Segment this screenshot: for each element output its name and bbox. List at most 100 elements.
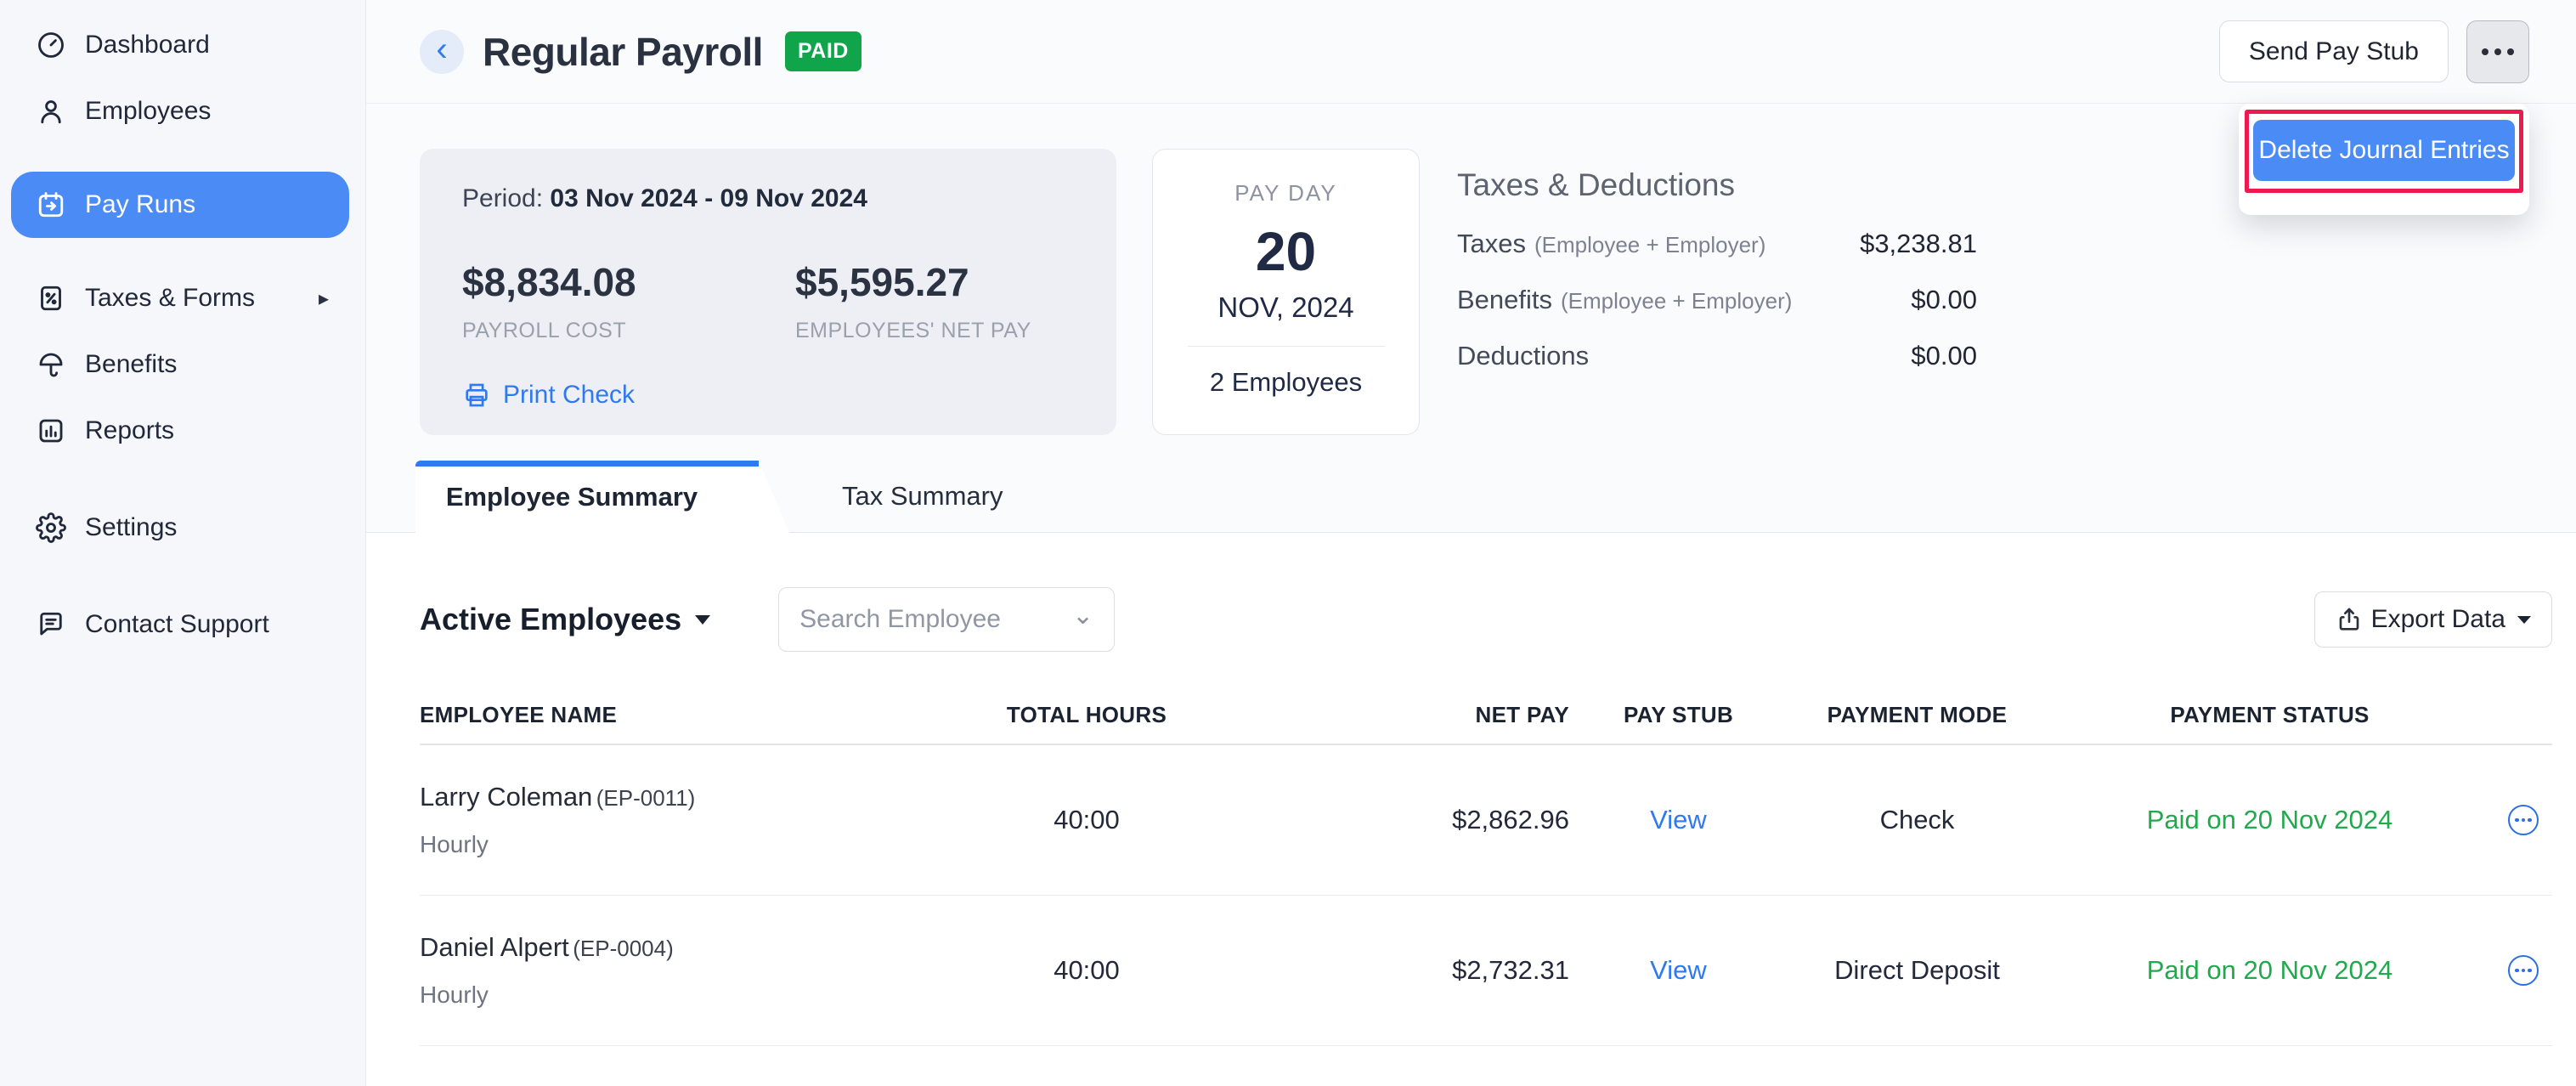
pay-stub-view-link[interactable]: View — [1569, 805, 1788, 835]
tax-row-label: Deductions — [1457, 341, 1589, 371]
back-chevron-icon: ‹ — [436, 32, 447, 66]
ellipsis-icon — [2494, 48, 2501, 55]
back-button[interactable]: ‹ — [420, 30, 464, 74]
ellipsis-icon — [2522, 969, 2526, 973]
period-card: Period: 03 Nov 2024 - 09 Nov 2024 $8,834… — [420, 149, 1116, 435]
column-header: PAY STUB — [1569, 702, 1788, 728]
benefits-row: Benefits (Employee + Employer) $0.00 — [1457, 285, 1977, 315]
row-more-options-button[interactable] — [2508, 955, 2539, 986]
main-area: ‹ Regular Payroll PAID Send Pay Stub Del… — [366, 0, 2576, 1086]
sidebar-item-label: Settings — [85, 513, 177, 542]
sidebar: Dashboard Employees Pay Runs Taxes & For… — [0, 0, 366, 1086]
employee-name: Larry Coleman — [420, 782, 592, 812]
sidebar-item-label: Pay Runs — [85, 190, 195, 219]
tab-employee-summary[interactable]: Employee Summary — [415, 461, 789, 533]
tax-row-sublabel: (Employee + Employer) — [1561, 288, 1792, 314]
pay-day-month-year: NOV, 2024 — [1153, 291, 1419, 324]
net-pay-cell: $2,732.31 — [1167, 955, 1569, 986]
search-employee-placeholder: Search Employee — [799, 605, 1001, 634]
tab-content: Active Employees Search Employee ⌄ Expor… — [366, 533, 2576, 1086]
sidebar-item-pay-runs[interactable]: Pay Runs — [11, 172, 349, 238]
employee-filter-label: Active Employees — [420, 602, 681, 637]
dashboard-icon — [34, 28, 68, 62]
ellipsis-icon — [2522, 818, 2526, 823]
more-options-button[interactable] — [2466, 20, 2529, 83]
ellipsis-icon — [2515, 969, 2519, 973]
ellipsis-icon — [2528, 969, 2532, 973]
sidebar-item-contact-support[interactable]: Contact Support — [11, 591, 349, 658]
sidebar-item-settings[interactable]: Settings — [11, 495, 349, 561]
period-label: Period: — [462, 184, 543, 212]
period-range: 03 Nov 2024 - 09 Nov 2024 — [550, 184, 867, 212]
total-hours-cell: 40:00 — [1006, 805, 1167, 835]
sidebar-group-gap — [0, 144, 365, 172]
pay-day-label: PAY DAY — [1153, 180, 1419, 206]
taxes-row: Taxes (Employee + Employer) $3,238.81 — [1457, 229, 1977, 259]
delete-journal-entries-button[interactable]: Delete Journal Entries — [2253, 120, 2515, 181]
row-more-options-button[interactable] — [2508, 805, 2539, 835]
employee-table: EMPLOYEE NAME TOTAL HOURS NET PAY PAY ST… — [420, 686, 2552, 1046]
search-employee-select[interactable]: Search Employee ⌄ — [778, 587, 1115, 652]
sidebar-item-label: Contact Support — [85, 610, 269, 639]
page-header: ‹ Regular Payroll PAID Send Pay Stub — [366, 0, 2576, 104]
employee-filter-dropdown[interactable]: Active Employees — [420, 602, 710, 637]
sidebar-item-taxes-forms[interactable]: Taxes & Forms ▸ — [11, 265, 349, 331]
print-check-label: Print Check — [503, 381, 635, 410]
print-check-link[interactable]: Print Check — [462, 381, 635, 410]
row-actions-cell — [2493, 805, 2552, 835]
tax-row-value: $0.00 — [1911, 341, 1977, 371]
page-title: Regular Payroll — [483, 29, 763, 75]
pay-runs-icon — [34, 188, 68, 222]
sidebar-item-benefits[interactable]: Benefits — [11, 331, 349, 398]
sidebar-item-reports[interactable]: Reports — [11, 398, 349, 464]
contact-support-icon — [34, 608, 68, 642]
sidebar-item-employees[interactable]: Employees — [11, 78, 349, 144]
export-icon — [2336, 606, 2363, 633]
divider — [1188, 346, 1385, 347]
taxes-deductions-panel: Taxes & Deductions Taxes (Employee + Emp… — [1457, 149, 1977, 435]
pay-day-card: PAY DAY 20 NOV, 2024 2 Employees — [1152, 149, 1420, 435]
pay-day-number: 20 — [1153, 220, 1419, 283]
pay-stub-view-link[interactable]: View — [1569, 955, 1788, 986]
tax-row-value: $3,238.81 — [1860, 229, 1977, 259]
tab-tax-summary[interactable]: Tax Summary — [789, 461, 1055, 532]
tax-row-label: Benefits — [1457, 285, 1552, 315]
export-data-button[interactable]: Export Data — [2314, 591, 2552, 648]
sidebar-group-gap — [0, 238, 365, 265]
table-header-row: EMPLOYEE NAME TOTAL HOURS NET PAY PAY ST… — [420, 686, 2552, 745]
payroll-cost-label: PAYROLL COST — [462, 319, 795, 343]
sidebar-item-label: Employees — [85, 97, 211, 126]
send-pay-stub-button[interactable]: Send Pay Stub — [2219, 20, 2449, 82]
tab-bar: Employee Summary Tax Summary — [366, 461, 2576, 533]
settings-icon — [34, 511, 68, 545]
payment-mode-cell: Check — [1788, 805, 2047, 835]
period-amounts: $8,834.08 PAYROLL COST $5,595.27 EMPLOYE… — [462, 259, 1116, 343]
sidebar-item-dashboard[interactable]: Dashboard — [11, 12, 349, 78]
chevron-down-icon: ⌄ — [1072, 609, 1093, 631]
employees-count: 2 Employees — [1153, 367, 1419, 398]
ellipsis-icon — [2515, 818, 2519, 823]
ellipsis-icon — [2507, 48, 2514, 55]
net-pay-block: $5,595.27 EMPLOYEES' NET PAY — [795, 259, 1031, 343]
employee-id: (EP-0011) — [596, 785, 696, 811]
total-hours-cell: 40:00 — [1006, 955, 1167, 986]
column-header: EMPLOYEE NAME — [420, 702, 1006, 728]
sidebar-item-label: Reports — [85, 416, 174, 445]
sidebar-item-label: Dashboard — [85, 31, 210, 59]
column-header: TOTAL HOURS — [1006, 702, 1167, 728]
employee-pay-type: Hourly — [420, 981, 1006, 1009]
payment-status-cell: Paid on 20 Nov 2024 — [2047, 955, 2493, 986]
table-row: Daniel Alpert (EP-0004) Hourly 40:00 $2,… — [420, 896, 2552, 1046]
reports-icon — [34, 414, 68, 448]
column-header: NET PAY — [1167, 702, 1569, 728]
payroll-cost-value: $8,834.08 — [462, 259, 795, 305]
ellipsis-icon — [2482, 48, 2488, 55]
tax-row-label: Taxes — [1457, 229, 1526, 259]
deductions-row: Deductions $0.00 — [1457, 341, 1977, 371]
employees-icon — [34, 94, 68, 128]
caret-down-icon — [2517, 616, 2531, 624]
employee-toolbar: Active Employees Search Employee ⌄ Expor… — [366, 533, 2576, 652]
tax-row-value: $0.00 — [1911, 285, 1977, 315]
table-row: Larry Coleman (EP-0011) Hourly 40:00 $2,… — [420, 745, 2552, 896]
row-actions-cell — [2493, 955, 2552, 986]
